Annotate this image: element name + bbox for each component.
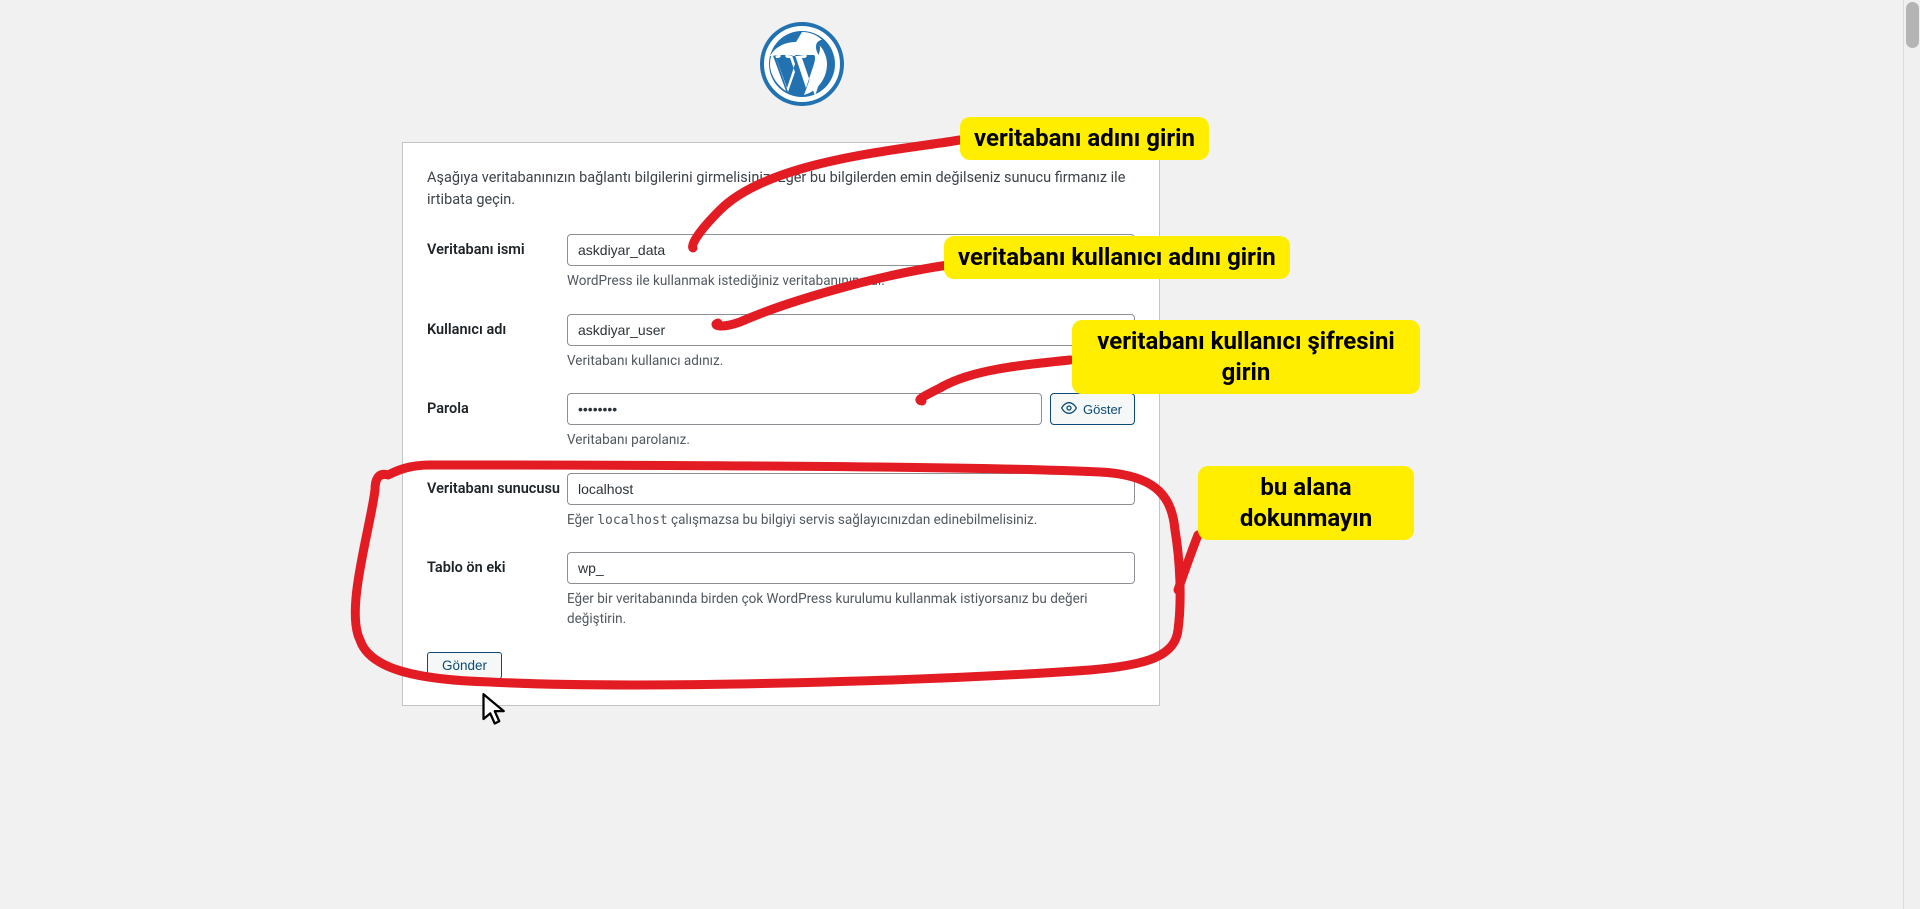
- label-uname: Kullanıcı adı: [427, 314, 567, 340]
- desc-dbhost: Eğer localhost çalışmazsa bu bilgiyi ser…: [567, 511, 1135, 531]
- db-setup-form: Aşağıya veritabanınızın bağlantı bilgile…: [402, 142, 1160, 706]
- submit-button[interactable]: Gönder: [427, 652, 502, 679]
- vertical-scrollbar-track[interactable]: [1903, 0, 1920, 909]
- label-dbname: Veritabanı ismi: [427, 234, 567, 260]
- annotation-password: veritabanı kullanıcı şifresini girin: [1072, 320, 1420, 394]
- annotation-dont-touch: bu alana dokunmayın: [1198, 466, 1414, 540]
- input-prefix[interactable]: [567, 552, 1135, 584]
- desc-uname: Veritabanı kullanıcı adınız.: [567, 352, 1135, 372]
- show-password-button[interactable]: Göster: [1050, 393, 1135, 425]
- row-password: Parola Göster Veritabanı parolanız.: [427, 393, 1135, 451]
- label-dbhost: Veritabanı sunucusu: [427, 473, 567, 499]
- wordpress-logo: [760, 22, 844, 106]
- row-dbhost: Veritabanı sunucusu Eğer localhost çalış…: [427, 473, 1135, 531]
- show-password-label: Göster: [1083, 402, 1122, 417]
- row-uname: Kullanıcı adı Veritabanı kullanıcı adını…: [427, 314, 1135, 372]
- eye-icon: [1061, 400, 1077, 419]
- annotation-username: veritabanı kullanıcı adını girin: [944, 236, 1290, 279]
- annotation-dbname: veritabanı adını girin: [960, 117, 1209, 160]
- label-password: Parola: [427, 393, 567, 419]
- intro-text: Aşağıya veritabanınızın bağlantı bilgile…: [427, 167, 1135, 212]
- desc-password: Veritabanı parolanız.: [567, 431, 1135, 451]
- row-prefix: Tablo ön eki Eğer bir veritabanında bird…: [427, 552, 1135, 629]
- input-dbhost[interactable]: [567, 473, 1135, 505]
- desc-prefix: Eğer bir veritabanında birden çok WordPr…: [567, 590, 1135, 629]
- input-uname[interactable]: [567, 314, 1135, 346]
- vertical-scrollbar-thumb[interactable]: [1906, 2, 1919, 48]
- label-prefix: Tablo ön eki: [427, 552, 567, 578]
- mouse-cursor-icon: [479, 692, 515, 728]
- input-password[interactable]: [567, 393, 1042, 425]
